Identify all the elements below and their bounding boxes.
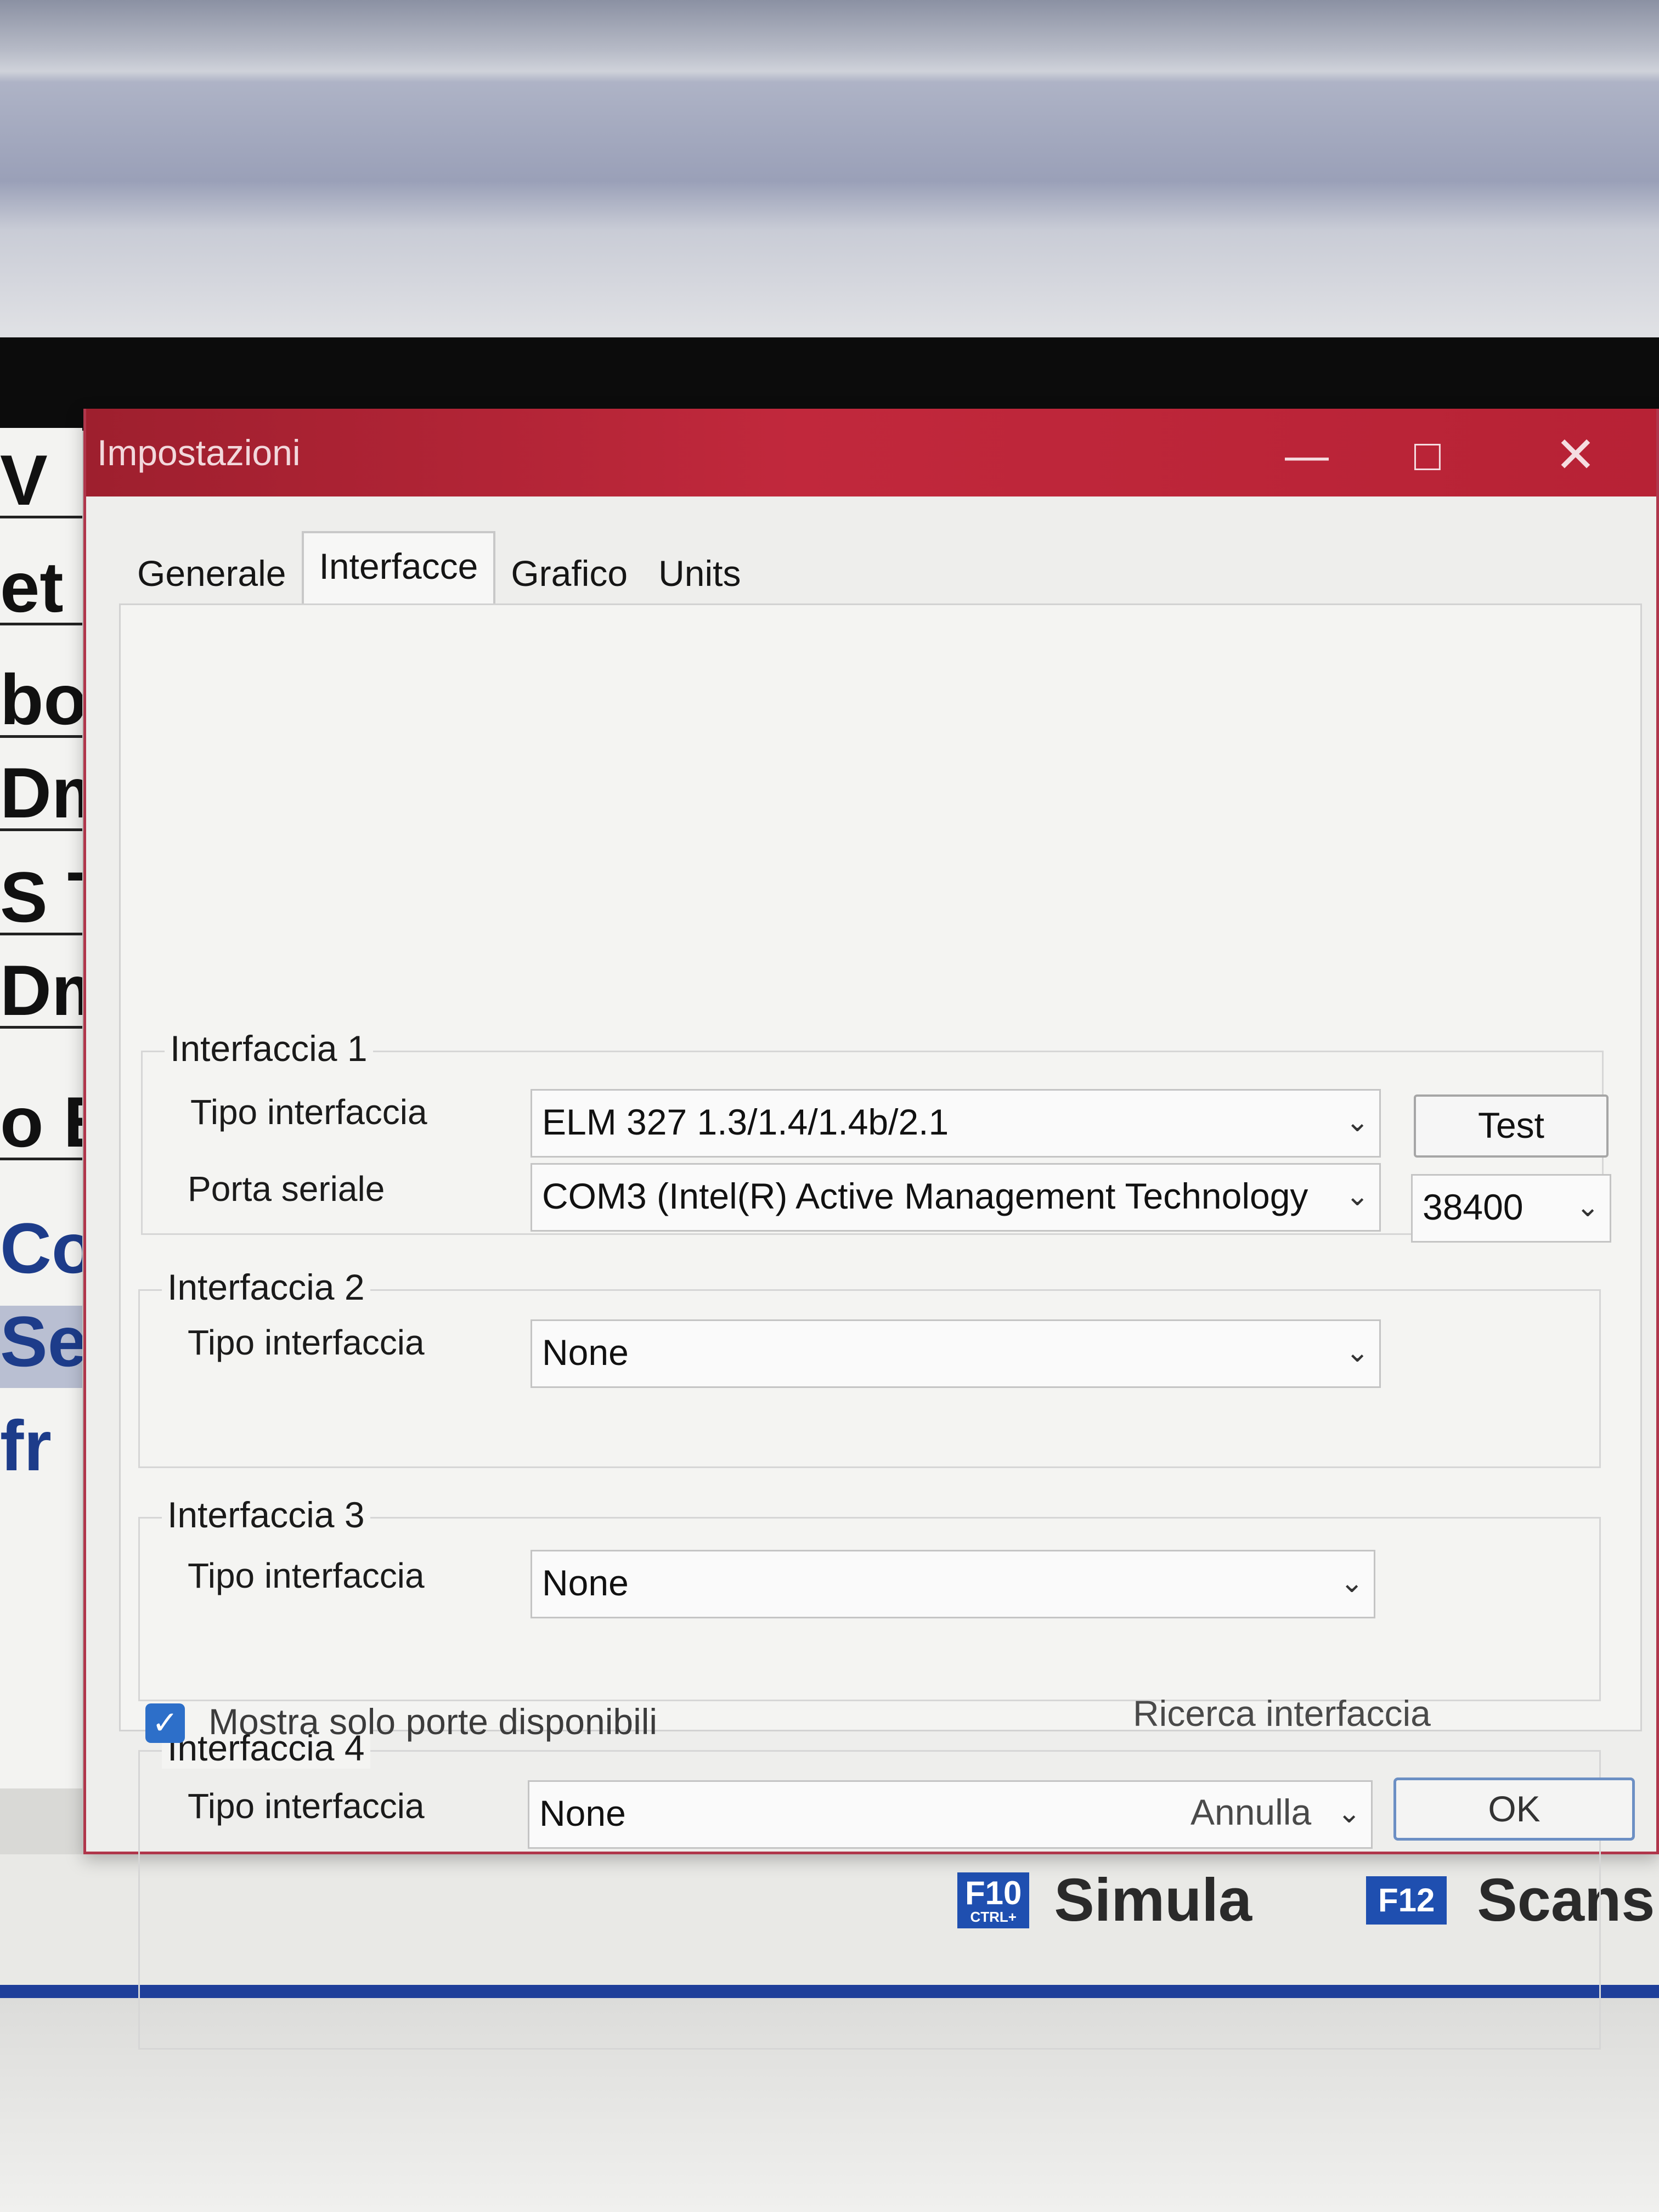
background-sidebar-item: et <box>0 551 82 625</box>
interface-type-label: Tipo interfaccia <box>188 1323 425 1362</box>
select-value: 38400 <box>1423 1187 1523 1227</box>
interface-type-label: Tipo interfaccia <box>190 1092 427 1132</box>
tab-interfacce[interactable]: Interfacce <box>301 531 496 603</box>
show-available-ports-checkbox[interactable]: ✓ <box>145 1703 185 1743</box>
search-interface-button[interactable]: Ricerca interfaccia <box>1133 1692 1431 1734</box>
background-sidebar-item: o E <box>0 1086 82 1160</box>
chevron-down-icon: ⌄ <box>1337 1797 1361 1829</box>
cancel-button[interactable]: Annulla <box>1190 1791 1311 1833</box>
background-sidebar-item: S T <box>0 861 82 935</box>
baud-rate-select[interactable]: 38400 ⌄ <box>1411 1174 1611 1243</box>
group-title: Interfaccia 2 <box>162 1266 370 1308</box>
background-sidebar-item: Dm <box>0 757 82 831</box>
settings-dialog: Impostazioni — □ ✕ Generale Interfacce G… <box>83 409 1659 2050</box>
dialog-title: Impostazioni <box>97 432 301 473</box>
tab-grafico[interactable]: Grafico <box>495 543 643 603</box>
interface-type-label: Tipo interfaccia <box>188 1556 425 1595</box>
chevron-down-icon: ⌄ <box>1340 1567 1364 1599</box>
background-sidebar: V et bo Dm S T Dm o E Co Se fr <box>0 428 82 1788</box>
background-sidebar-item-selected: Se <box>0 1306 82 1388</box>
dialog-titlebar[interactable]: Impostazioni — □ ✕ <box>86 409 1656 496</box>
ok-button[interactable]: OK <box>1393 1778 1635 1841</box>
serial-port-label: Porta seriale <box>188 1169 385 1209</box>
settings-tabs: Generale Interfacce Grafico Units <box>122 531 756 603</box>
select-value: None <box>542 1332 629 1373</box>
background-window-top <box>0 0 1659 340</box>
group-title: Interfaccia 3 <box>162 1494 370 1536</box>
chevron-down-icon: ⌄ <box>1345 1106 1369 1138</box>
show-available-ports-label: Mostra solo porte disponibili <box>208 1701 658 1742</box>
serial-port-select[interactable]: COM3 (Intel(R) Active Management Technol… <box>531 1163 1381 1232</box>
interface-2-type-select[interactable]: None ⌄ <box>531 1319 1381 1388</box>
chevron-down-icon: ⌄ <box>1576 1191 1600 1223</box>
select-value: None <box>539 1793 626 1833</box>
select-value: COM3 (Intel(R) Active Management Technol… <box>542 1176 1308 1216</box>
group-title: Interfaccia 1 <box>165 1028 373 1069</box>
tab-units[interactable]: Units <box>643 543 756 603</box>
interface-1-type-select[interactable]: ELM 327 1.3/1.4/1.4b/2.1 ⌄ <box>531 1089 1381 1158</box>
tab-generale[interactable]: Generale <box>122 543 302 603</box>
select-value: None <box>542 1562 629 1603</box>
background-sidebar-item: Dm <box>0 955 82 1029</box>
interface-type-label: Tipo interfaccia <box>188 1786 425 1826</box>
chevron-down-icon: ⌄ <box>1345 1180 1369 1212</box>
background-sidebar-item: V <box>0 444 82 518</box>
maximize-icon[interactable]: □ <box>1397 425 1458 486</box>
select-value: ELM 327 1.3/1.4/1.4b/2.1 <box>542 1102 949 1142</box>
background-sidebar-item: fr <box>0 1410 52 1481</box>
background-sidebar-item: bo <box>0 664 82 738</box>
close-icon[interactable]: ✕ <box>1545 425 1606 486</box>
minimize-icon[interactable]: — <box>1277 425 1337 486</box>
test-button[interactable]: Test <box>1414 1094 1609 1158</box>
chevron-down-icon: ⌄ <box>1345 1336 1369 1368</box>
interface-3-type-select[interactable]: None ⌄ <box>531 1550 1375 1618</box>
background-sidebar-item: Co <box>0 1212 82 1284</box>
